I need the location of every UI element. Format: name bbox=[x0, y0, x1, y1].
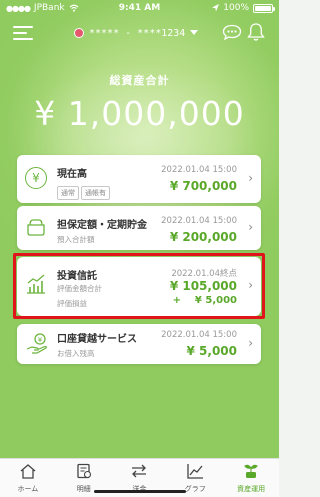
battery-icon bbox=[253, 3, 275, 13]
tab-home[interactable]: ホーム bbox=[0, 459, 56, 497]
card-date: 2022.01.04 15:00 bbox=[161, 216, 237, 226]
card-amount: ¥ 700,000 bbox=[169, 179, 237, 193]
chat-icon[interactable] bbox=[222, 24, 242, 40]
card-title: 担保定額・定期貯金 bbox=[57, 220, 147, 231]
card-amount: ¥ 5,000 bbox=[186, 344, 237, 358]
bell-icon[interactable] bbox=[247, 22, 265, 42]
chevron-right-icon: › bbox=[248, 171, 253, 185]
card-date: 2022.01.04 15:00 bbox=[161, 165, 237, 175]
yen-icon: ¥ bbox=[25, 167, 47, 189]
transfer-icon bbox=[132, 464, 147, 478]
status-bar: ●●●● JPBank 9:41 AM 100% bbox=[0, 0, 279, 16]
tab-asset-management[interactable]: 資産運用 bbox=[223, 459, 279, 497]
chevron-right-icon: › bbox=[248, 220, 253, 234]
home-indicator bbox=[94, 490, 186, 493]
card-tags: 通常 通帳有 bbox=[57, 180, 112, 200]
tag-label: 通常 bbox=[57, 186, 79, 200]
chevron-right-icon: › bbox=[248, 336, 253, 350]
account-selector[interactable]: ***** - ****1234 bbox=[74, 24, 199, 42]
card-overdraft-service[interactable]: ¥ 口座貸越サービス 2022.01.04 15:00 お借入残高 ¥ 5,00… bbox=[17, 324, 261, 364]
svg-text:¥: ¥ bbox=[38, 336, 43, 344]
graph-icon bbox=[187, 464, 204, 479]
total-assets-amount: ¥ 1,000,000 bbox=[34, 94, 245, 133]
home-icon bbox=[20, 464, 36, 479]
card-current-balance[interactable]: ¥ 現在高 2022.01.04 15:00 通常 通帳有 ¥ 700,000 › bbox=[17, 155, 261, 203]
clock: 9:41 AM bbox=[118, 3, 161, 13]
tab-label: 資産運用 bbox=[237, 485, 266, 493]
menu-icon[interactable] bbox=[13, 24, 33, 40]
chevron-down-icon bbox=[190, 30, 199, 35]
card-time-deposit[interactable]: 担保定額・定期貯金 2022.01.04 15:00 預入合計額 ¥ 200,0… bbox=[17, 206, 261, 250]
card-sub-label: お借入残高 bbox=[57, 349, 95, 358]
card-title: 口座貸越サービス bbox=[57, 334, 137, 345]
card-sub-label: 預入合計額 bbox=[57, 235, 95, 244]
asset-icon bbox=[244, 464, 258, 478]
total-assets-label: 総資産合計 bbox=[109, 74, 170, 87]
card-title: 現在高 bbox=[57, 169, 87, 180]
hand-coin-icon: ¥ bbox=[26, 333, 47, 354]
nav-bar: ***** - ****1234 bbox=[0, 18, 279, 48]
tab-label: ホーム bbox=[17, 485, 39, 493]
account-number: ***** - ****1234 bbox=[89, 27, 186, 39]
account-color-icon bbox=[74, 28, 84, 38]
tag-label: 通帳有 bbox=[81, 186, 110, 200]
bag-icon bbox=[27, 219, 45, 236]
statement-icon bbox=[77, 463, 91, 479]
highlight-box bbox=[13, 253, 265, 319]
card-amount: ¥ 200,000 bbox=[169, 230, 237, 244]
card-date: 2022.01.04 15:00 bbox=[161, 330, 237, 340]
